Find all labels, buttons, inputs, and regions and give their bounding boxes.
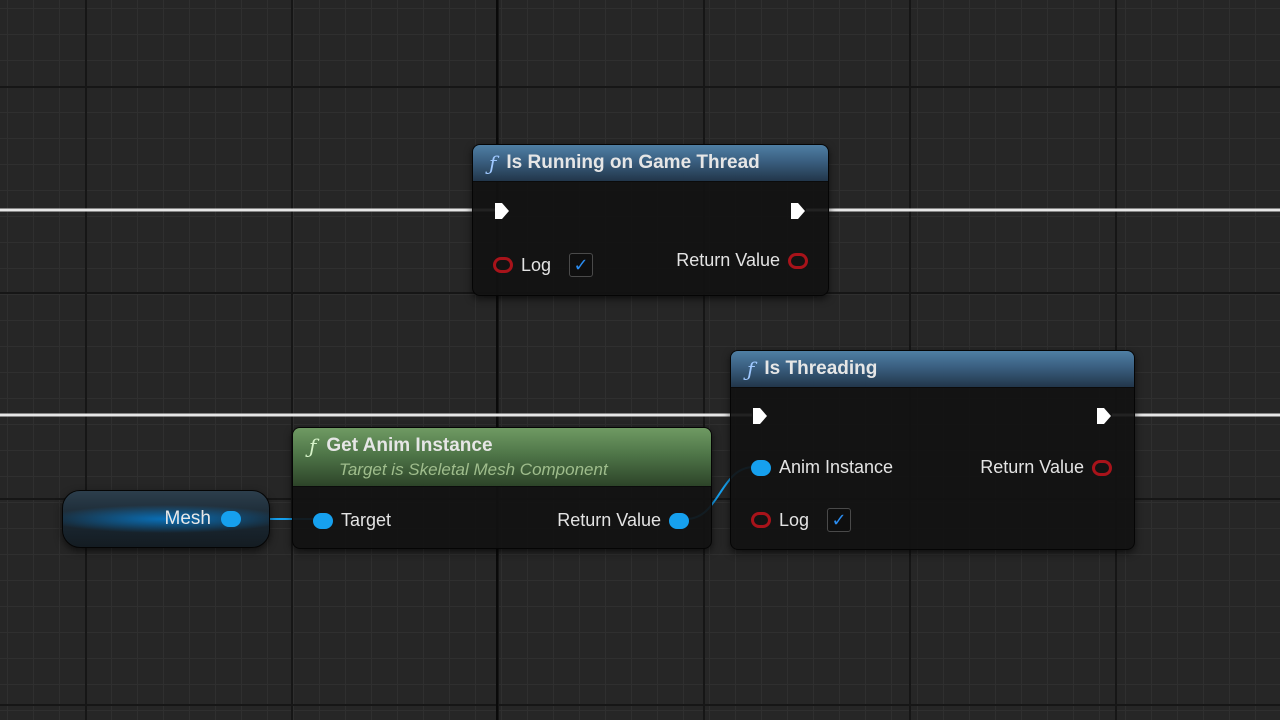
exec-out-pin-icon[interactable] [1095,406,1113,426]
node-get-anim-instance[interactable]: ƒ Get Anim Instance Target is Skeletal M… [292,427,712,549]
return-value-pin-row: Return Value [676,250,808,271]
return-value-label: Return Value [980,457,1084,477]
log-label: Log [521,254,552,275]
log-checkbox[interactable]: ✓ [569,253,594,277]
object-pin-icon[interactable] [669,512,689,529]
object-pin-icon[interactable] [751,459,771,476]
checkmark-icon: ✓ [831,509,847,530]
node-header[interactable]: ƒ Is Threading [731,351,1134,388]
node-is-threading[interactable]: ƒ Is Threading Anim Instance Return Valu… [730,350,1135,550]
return-value-label: Return Value [676,250,780,270]
bool-pin-icon[interactable] [1092,459,1112,476]
return-value-pin-row: Return Value [557,510,689,531]
node-title: Is Running on Game Thread [506,152,760,173]
object-pin-icon[interactable] [221,511,241,527]
node-is-running-on-game-thread[interactable]: ƒ Is Running on Game Thread Log ✓ Return… [472,144,829,296]
bool-pin-icon[interactable] [751,512,771,528]
exec-out-pin-icon[interactable] [789,201,807,221]
variable-node-mesh[interactable]: Mesh [62,490,270,548]
exec-in-pin-icon[interactable] [493,201,511,221]
anim-instance-label: Anim Instance [779,457,894,477]
blueprint-graph-canvas[interactable]: ƒ Is Running on Game Thread Log ✓ Return… [0,0,1280,720]
target-pin-row: Target [313,510,391,531]
node-title-row: ƒ Get Anim Instance [309,434,493,458]
target-label: Target [341,510,392,530]
node-title: Get Anim Instance [326,435,493,456]
log-pin-row: Log ✓ [493,253,594,277]
function-f-icon: ƒ [489,151,497,175]
function-f-icon: ƒ [309,434,317,458]
log-label: Log [779,509,810,530]
variable-label: Mesh [164,508,211,529]
bool-pin-icon[interactable] [788,252,808,269]
return-value-pin-row: Return Value [980,457,1112,478]
function-f-icon: ƒ [747,357,755,381]
node-title: Is Threading [764,358,878,379]
log-checkbox[interactable]: ✓ [827,508,852,532]
node-subtitle: Target is Skeletal Mesh Component [339,460,608,479]
return-value-label: Return Value [557,510,661,530]
anim-instance-pin-row: Anim Instance [751,457,893,478]
node-header[interactable]: ƒ Get Anim Instance Target is Skeletal M… [293,428,711,487]
node-header[interactable]: ƒ Is Running on Game Thread [473,145,828,182]
object-pin-icon[interactable] [313,512,333,529]
log-pin-row: Log ✓ [751,508,852,532]
exec-in-pin-icon[interactable] [751,406,769,426]
bool-pin-icon[interactable] [493,257,513,273]
checkmark-icon: ✓ [573,254,589,275]
